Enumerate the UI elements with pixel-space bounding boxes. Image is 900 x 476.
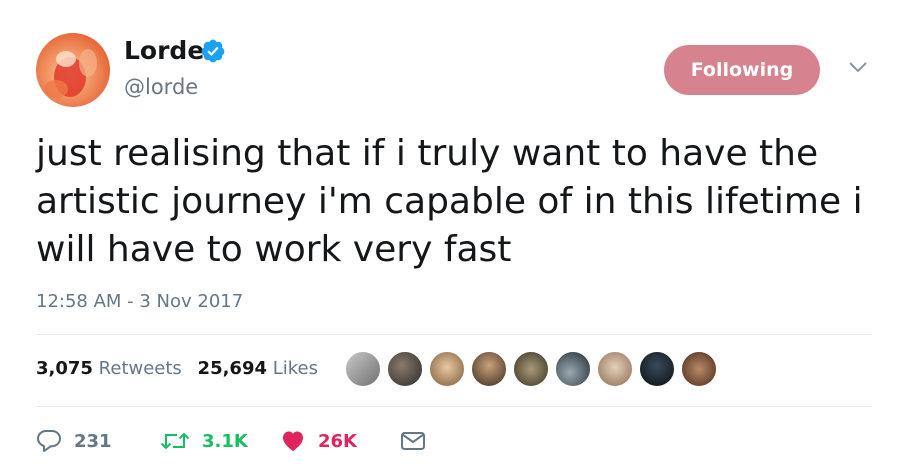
liker-avatar[interactable]: [386, 350, 424, 388]
likers-avatar-row: [344, 350, 744, 390]
divider: [36, 334, 872, 335]
like-count: 26K: [318, 430, 357, 452]
liker-avatar[interactable]: [680, 350, 718, 388]
liker-avatar[interactable]: [638, 350, 676, 388]
retweets-label: Retweets: [98, 358, 182, 379]
retweet-count: 3.1K: [202, 430, 248, 452]
likes-count: 25,694: [197, 358, 268, 379]
reply-icon: [37, 430, 61, 452]
divider: [36, 406, 872, 407]
tweet-text: just realising that if i truly want to h…: [36, 133, 863, 270]
likes-stat[interactable]: 25,694 Likes: [198, 357, 318, 381]
following-button[interactable]: Following: [664, 45, 820, 95]
liker-avatar[interactable]: [344, 350, 382, 388]
liker-avatar[interactable]: [512, 350, 550, 388]
avatar[interactable]: [36, 33, 110, 107]
likes-label: Likes: [272, 358, 319, 379]
like-button[interactable]: 26K: [280, 424, 357, 458]
retweet-button[interactable]: 3.1K: [160, 424, 248, 458]
liker-avatar[interactable]: [428, 350, 466, 388]
liker-avatar[interactable]: [554, 350, 592, 388]
retweet-icon: [160, 432, 190, 450]
tweet-timestamp[interactable]: 12:58 AM - 3 Nov 2017: [36, 290, 243, 314]
direct-message-button[interactable]: [400, 424, 426, 458]
chevron-down-icon[interactable]: [848, 60, 868, 74]
display-name[interactable]: Lorde: [124, 36, 204, 66]
heart-icon: [283, 431, 303, 451]
direct-message-icon: [401, 432, 425, 450]
retweets-count: 3,075: [36, 358, 93, 379]
verified-badge-icon: [201, 39, 225, 63]
liker-avatar[interactable]: [470, 350, 508, 388]
tweet-actions: 231 3.1K 26K: [36, 424, 636, 458]
retweets-stat[interactable]: 3,075 Retweets: [36, 357, 182, 381]
reply-count: 231: [74, 430, 112, 452]
tweet-card: Lorde @lorde Following just realising th…: [0, 0, 900, 476]
liker-avatar[interactable]: [596, 350, 634, 388]
user-handle[interactable]: @lorde: [124, 74, 198, 100]
reply-button[interactable]: 231: [36, 424, 112, 458]
engagement-stats: 3,075 Retweets 25,694 Likes: [36, 357, 328, 381]
